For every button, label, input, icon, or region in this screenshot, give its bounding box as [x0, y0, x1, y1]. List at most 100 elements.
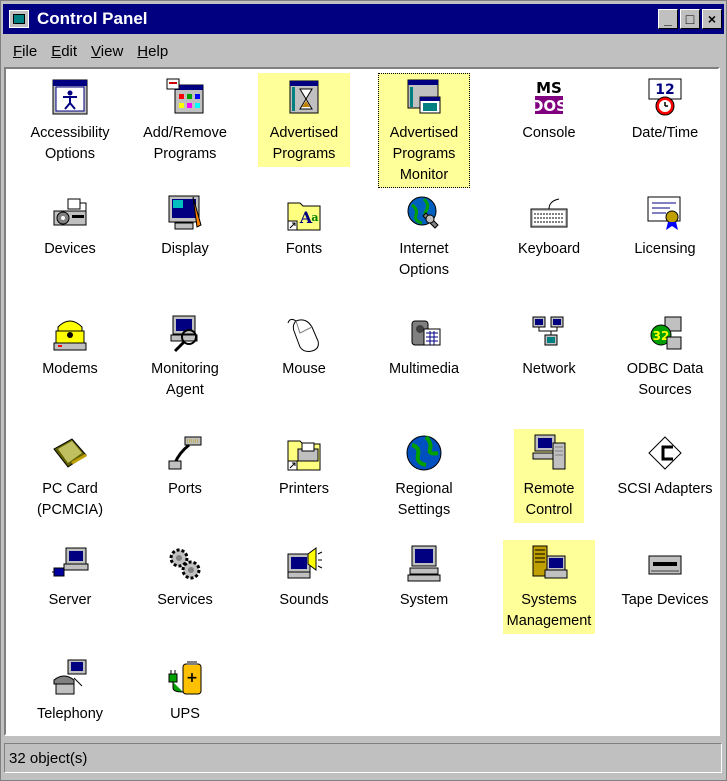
item-label: Ports — [168, 481, 202, 497]
item-label: Telephony — [36, 706, 104, 722]
control-panel-item[interactable]: Services — [129, 544, 241, 611]
control-panel-item[interactable]: Aa Fonts — [248, 193, 360, 260]
odbc-icon: 32 — [645, 313, 685, 353]
pc-card-icon — [50, 433, 90, 473]
control-panel-item[interactable]: SCSI Adapters — [609, 433, 718, 500]
menu-help[interactable]: Help — [137, 43, 168, 60]
control-panel-item[interactable]: Display — [129, 193, 241, 260]
date-time-icon: 12 — [645, 77, 685, 117]
control-panel-item[interactable]: Regional Settings — [368, 433, 480, 521]
item-label: Regional Settings — [395, 481, 453, 518]
devices-icon — [50, 193, 90, 233]
control-panel-item[interactable]: System — [368, 544, 480, 611]
control-panel-item[interactable]: Keyboard — [493, 193, 605, 260]
fonts-icon: Aa — [284, 193, 324, 233]
server-icon — [50, 544, 90, 584]
control-panel-item[interactable]: Advertised Programs — [248, 77, 360, 165]
control-panel-item[interactable]: + UPS — [129, 658, 241, 725]
advertised-programs-monitor-icon — [404, 77, 444, 117]
control-panel-item[interactable]: Telephony — [14, 658, 126, 725]
item-label: Multimedia — [388, 361, 460, 377]
title-bar[interactable]: Control Panel _ □ × — [3, 4, 724, 34]
item-label: Accessibility Options — [30, 125, 110, 162]
multimedia-icon — [404, 313, 444, 353]
svg-text:DOS: DOS — [531, 97, 567, 115]
item-label: Console — [522, 125, 576, 141]
svg-text:MS: MS — [536, 79, 562, 97]
close-button[interactable]: × — [702, 9, 722, 29]
advertised-programs-icon — [284, 77, 324, 117]
sounds-icon — [284, 544, 324, 584]
status-bar: 32 object(s) — [4, 743, 722, 773]
systems-management-icon — [529, 544, 569, 584]
menu-file[interactable]: File — [13, 43, 37, 60]
control-panel-item[interactable]: 12 Date/Time — [609, 77, 718, 144]
control-panel-item[interactable]: Ports — [129, 433, 241, 500]
item-label: Remote Control — [523, 481, 575, 518]
control-panel-item[interactable]: Devices — [14, 193, 126, 260]
control-panel-item[interactable]: Licensing — [609, 193, 718, 260]
control-panel-item[interactable]: Advertised Programs Monitor — [368, 77, 480, 186]
item-label: Date/Time — [631, 125, 699, 141]
control-panel-item[interactable]: Monitoring Agent — [129, 313, 241, 401]
menu-edit[interactable]: Edit — [51, 43, 77, 60]
add-remove-programs-icon — [165, 77, 205, 117]
item-label: Server — [48, 592, 92, 608]
control-panel-item[interactable]: 32 ODBC Data Sources — [609, 313, 718, 401]
control-panel-item[interactable]: Remote Control — [493, 433, 605, 521]
scsi-adapters-icon — [645, 433, 685, 473]
control-panel-icon[interactable] — [9, 10, 29, 28]
item-label: Sounds — [279, 592, 329, 608]
regional-settings-icon — [404, 433, 444, 473]
window-title: Control Panel — [37, 9, 148, 28]
control-panel-item[interactable]: MS DOS Console — [493, 77, 605, 144]
object-count: 32 object(s) — [9, 749, 88, 767]
item-label: Advertised Programs — [269, 125, 339, 162]
item-label: Licensing — [634, 241, 696, 257]
control-panel-window: Control Panel _ □ × File Edit View Help … — [0, 0, 727, 781]
network-icon — [529, 313, 569, 353]
item-label: Mouse — [282, 361, 326, 377]
control-panel-item[interactable]: Multimedia — [368, 313, 480, 380]
control-panel-item[interactable]: PC Card (PCMCIA) — [14, 433, 126, 521]
menu-view[interactable]: View — [91, 43, 123, 60]
control-panel-item[interactable]: Add/Remove Programs — [129, 77, 241, 165]
item-label: System — [399, 592, 449, 608]
control-panel-item[interactable]: Modems — [14, 313, 126, 380]
control-panel-item[interactable]: Printers — [248, 433, 360, 500]
tape-devices-icon — [645, 544, 685, 584]
svg-text:12: 12 — [655, 82, 674, 98]
mouse-icon — [284, 313, 324, 353]
control-panel-item[interactable]: Sounds — [248, 544, 360, 611]
remote-control-icon — [529, 433, 569, 473]
telephony-icon — [50, 658, 90, 698]
icon-view[interactable]: Accessibility Options Add/Remove Programs… — [4, 67, 720, 736]
item-label: Keyboard — [517, 241, 581, 257]
control-panel-item[interactable]: Mouse — [248, 313, 360, 380]
minimize-button[interactable]: _ — [658, 9, 678, 29]
item-label: PC Card (PCMCIA) — [36, 481, 104, 518]
item-label: ODBC Data Sources — [626, 361, 704, 398]
maximize-button[interactable]: □ — [680, 9, 700, 29]
printers-icon — [284, 433, 324, 473]
system-icon — [404, 544, 444, 584]
item-label: Systems Management — [506, 592, 592, 629]
control-panel-item[interactable]: Network — [493, 313, 605, 380]
item-label: UPS — [170, 706, 200, 722]
control-panel-item[interactable]: Accessibility Options — [14, 77, 126, 165]
control-panel-item[interactable]: Systems Management — [493, 544, 605, 632]
item-label: Advertised Programs Monitor — [389, 125, 459, 183]
accessibility-icon — [50, 77, 90, 117]
ports-icon — [165, 433, 205, 473]
control-panel-item[interactable]: Server — [14, 544, 126, 611]
internet-options-icon — [404, 193, 444, 233]
svg-text:a: a — [311, 211, 318, 224]
control-panel-item[interactable]: Internet Options — [368, 193, 480, 281]
modems-icon — [50, 313, 90, 353]
control-panel-item[interactable]: Tape Devices — [609, 544, 718, 611]
svg-text:+: + — [186, 670, 198, 686]
item-label: Services — [157, 592, 213, 608]
item-label: Network — [522, 361, 576, 377]
licensing-icon — [645, 193, 685, 233]
display-icon — [165, 193, 205, 233]
